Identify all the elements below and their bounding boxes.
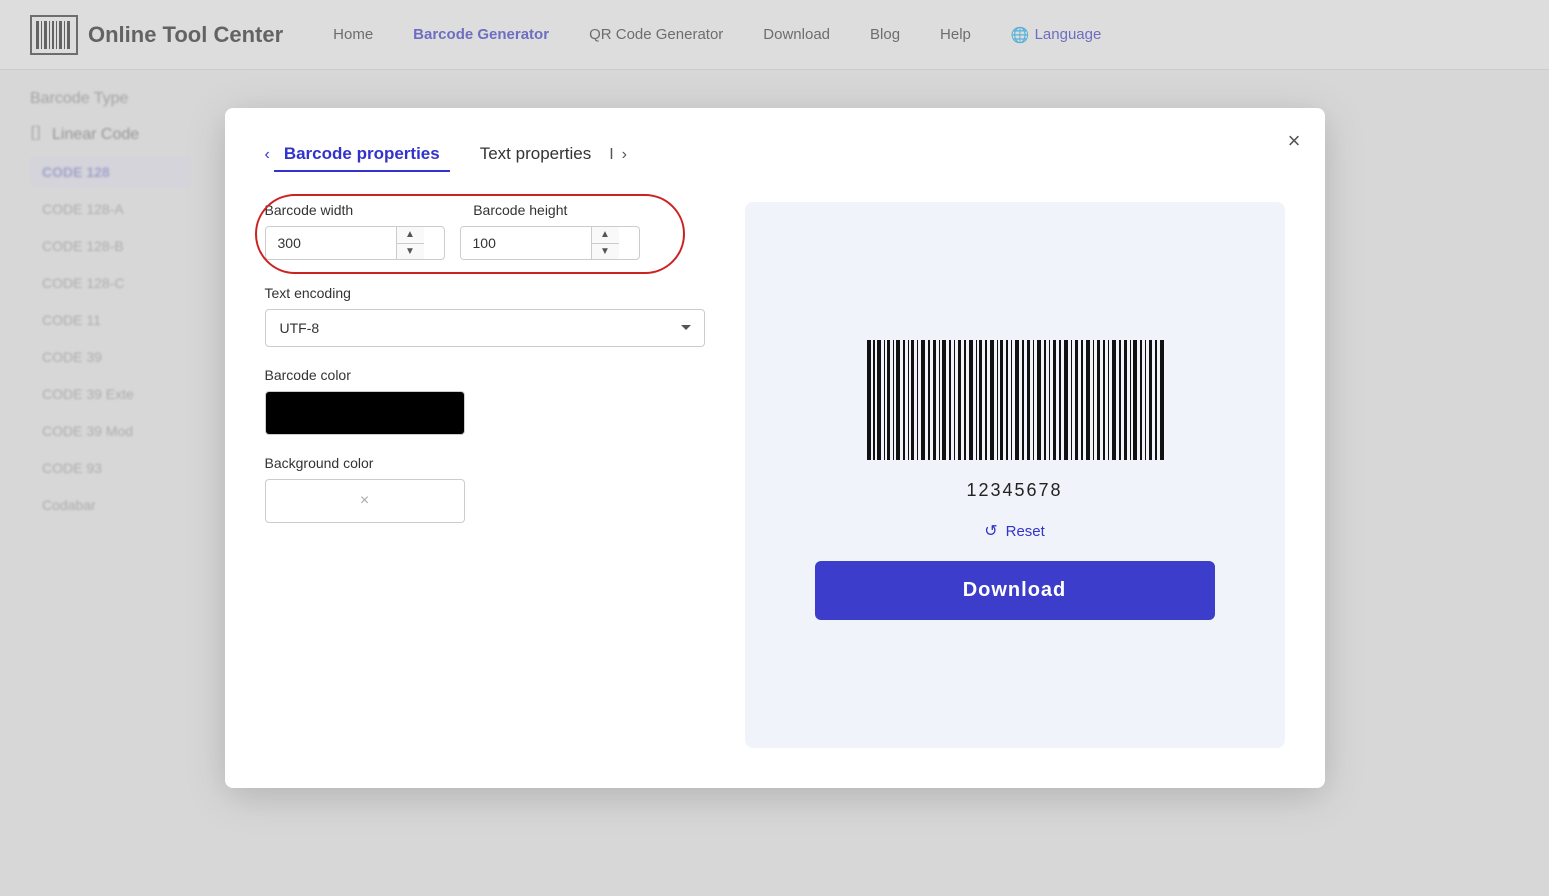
encoding-select[interactable]: UTF-8 ASCII ISO-8859-1: [265, 309, 705, 347]
tab-barcode-properties[interactable]: Barcode properties: [274, 138, 450, 172]
barcode-color-section: Barcode color: [265, 367, 705, 435]
modal-right-panel: 12345678 ↺ Reset Download: [745, 202, 1285, 748]
barcode-image: [865, 340, 1165, 470]
height-arrows: ▲ ▼: [591, 227, 619, 259]
text-encoding-section: Text encoding UTF-8 ASCII ISO-8859-1: [265, 285, 705, 347]
width-arrows: ▲ ▼: [396, 227, 424, 259]
height-spinner[interactable]: ▲ ▼: [460, 226, 640, 260]
background-color-label: Background color: [265, 455, 705, 471]
barcode-color-label: Barcode color: [265, 367, 705, 383]
modal-left-panel: Barcode width Barcode height ▲ ▼: [265, 202, 705, 748]
width-up-arrow[interactable]: ▲: [397, 227, 424, 244]
height-up-arrow[interactable]: ▲: [592, 227, 619, 244]
height-input[interactable]: [461, 227, 591, 259]
download-button[interactable]: Download: [815, 561, 1215, 620]
width-input[interactable]: [266, 227, 396, 259]
reset-label: Reset: [1006, 523, 1045, 540]
width-spinner[interactable]: ▲ ▼: [265, 226, 445, 260]
barcode-color-swatch[interactable]: [265, 391, 465, 435]
modal-tabs: ‹ Barcode properties Text properties I ›: [265, 138, 1285, 172]
tab-next-arrow[interactable]: ›: [622, 146, 627, 164]
dimensions-section: Barcode width Barcode height ▲ ▼: [265, 202, 705, 260]
background-color-swatch[interactable]: ×: [265, 479, 465, 523]
modal-close-button[interactable]: ×: [1288, 128, 1301, 154]
barcode-preview: 12345678: [865, 340, 1165, 501]
barcode-text-value: 12345678: [966, 480, 1062, 501]
reset-button[interactable]: ↺ Reset: [984, 521, 1045, 541]
text-encoding-label: Text encoding: [265, 285, 705, 301]
reset-icon: ↺: [984, 521, 997, 541]
height-down-arrow[interactable]: ▼: [592, 244, 619, 260]
dimensions-inputs: ▲ ▼ ▲ ▼: [265, 226, 705, 260]
background-color-section: Background color ×: [265, 455, 705, 523]
dimensions-labels: Barcode width Barcode height: [265, 202, 705, 218]
barcode-width-label: Barcode width: [265, 202, 354, 218]
background-color-clear-icon: ×: [360, 492, 369, 510]
modal-dialog: ‹ Barcode properties Text properties I ›…: [225, 108, 1325, 788]
barcode-height-label: Barcode height: [473, 202, 567, 218]
tab-text-properties[interactable]: Text properties: [470, 138, 602, 172]
modal-body: Barcode width Barcode height ▲ ▼: [265, 202, 1285, 748]
modal-overlay: ‹ Barcode properties Text properties I ›…: [0, 0, 1549, 896]
tab-cursor-icon: I: [609, 146, 613, 164]
tab-prev-arrow[interactable]: ‹: [265, 146, 270, 164]
width-down-arrow[interactable]: ▼: [397, 244, 424, 260]
